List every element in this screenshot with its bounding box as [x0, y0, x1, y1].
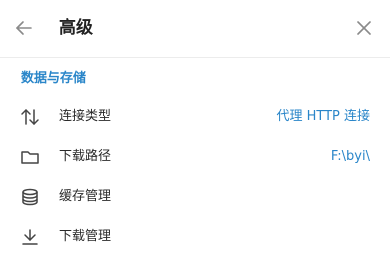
setting-label: 下载管理	[59, 229, 112, 244]
close-button[interactable]	[350, 14, 378, 42]
arrow-left-icon	[16, 21, 32, 35]
setting-value: F:\byi\	[330, 149, 370, 164]
setting-label: 连接类型	[59, 109, 112, 124]
setting-row-download-path[interactable]: 下载路径 F:\byi\	[0, 137, 390, 177]
download-icon	[20, 227, 40, 247]
setting-row-cache-management[interactable]: 缓存管理	[0, 177, 390, 217]
folder-icon	[20, 147, 40, 167]
setting-row-download-management[interactable]: 下载管理	[0, 217, 390, 257]
close-icon	[357, 21, 371, 35]
setting-label: 缓存管理	[59, 189, 112, 204]
setting-row-connection-type[interactable]: 连接类型 代理 HTTP 连接	[0, 97, 390, 137]
setting-label: 下载路径	[59, 149, 112, 164]
database-icon	[20, 187, 40, 207]
setting-value: 代理 HTTP 连接	[276, 109, 370, 124]
transfer-arrows-icon	[20, 107, 40, 127]
page-title: 高级	[59, 18, 93, 38]
back-button[interactable]	[10, 14, 38, 42]
section-title: 数据与存储	[21, 71, 87, 86]
header-bar: 高级	[0, 0, 390, 58]
